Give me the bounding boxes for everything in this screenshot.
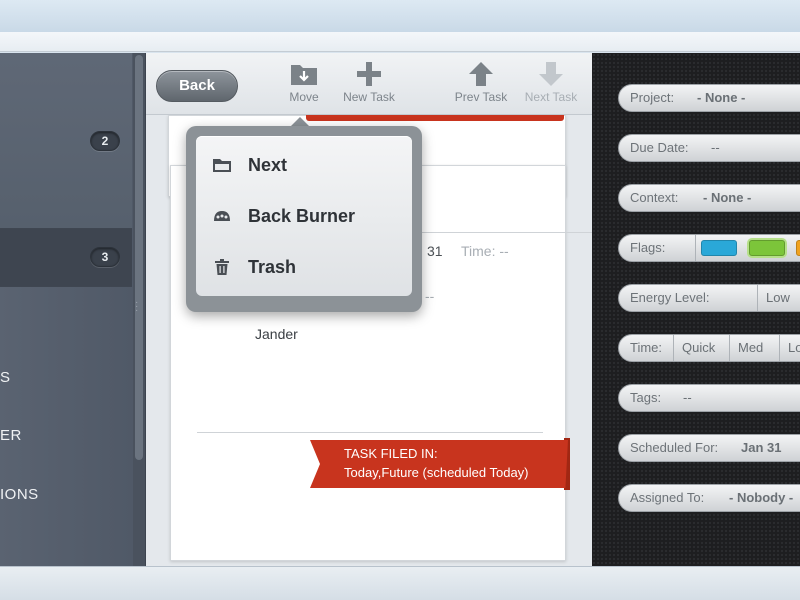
field-label: Tags: (630, 390, 662, 405)
field-value: - Nobody - (729, 490, 794, 505)
field-label: Assigned To: (630, 490, 705, 505)
assigned-to-field[interactable]: Assigned To: - Nobody - (618, 484, 800, 512)
field-label: Due Date: (630, 140, 689, 155)
sidebar-item-label[interactable]: ER (0, 427, 22, 444)
field-value: - None - (703, 190, 752, 205)
count-badge: 3 (90, 247, 120, 267)
move-folder-icon (284, 61, 324, 87)
toolbar: Back Move New Task Prev Task Next Task (146, 53, 592, 115)
time-fragment: Time: -- (461, 243, 509, 259)
due-date-field[interactable]: Due Date: -- (618, 134, 800, 162)
arrow-down-icon (518, 61, 584, 87)
flag-orange[interactable] (796, 240, 800, 256)
field-label: Project: (630, 90, 675, 105)
move-menu-item-next[interactable]: Next (196, 140, 412, 190)
sidebar-item[interactable]: 2 (0, 53, 132, 229)
context-field[interactable]: Context: - None - (618, 184, 800, 212)
assignee-name: Jander (255, 326, 298, 342)
count-badge: 2 (90, 131, 120, 151)
prev-task-label: Prev Task (454, 90, 508, 104)
time-field: Time: Quick Med Lo (618, 334, 800, 362)
splitter-handle-icon[interactable]: · · · (135, 298, 143, 316)
window-menu-strip (0, 32, 800, 52)
sidebar-item-label[interactable]: IONS (0, 486, 39, 503)
task-filed-in-ribbon: TASK FILED IN: Today,Future (scheduled T… (310, 440, 568, 488)
task-properties-panel: Project: - None - Due Date: -- Context: … (592, 53, 800, 566)
back-burner-icon (212, 207, 232, 225)
window-bottom-bar (0, 566, 800, 600)
new-task-label: New Task (343, 90, 395, 104)
move-menu-item-trash[interactable]: Trash (196, 242, 412, 292)
field-label: Context: (630, 190, 679, 205)
project-field[interactable]: Project: - None - (618, 84, 800, 112)
move-menu-item-label: Next (248, 155, 288, 175)
filed-in-value: Today,Future (scheduled Today) (344, 465, 529, 480)
field-label: Scheduled For: (630, 440, 719, 455)
move-label: Move (289, 90, 319, 104)
flag-blue[interactable] (701, 240, 737, 256)
move-menu-list: Next Back Burner Trash (196, 136, 412, 296)
move-menu-item-label: Trash (248, 257, 297, 277)
field-value: Jan 31 (741, 440, 782, 455)
next-task-button[interactable]: Next Task (518, 61, 584, 104)
move-menu-item-label: Back Burner (248, 206, 356, 226)
next-task-label: Next Task (524, 90, 578, 104)
due-date-fragment: 31 (427, 243, 443, 259)
dash-fragment: -- (425, 288, 435, 304)
divider (197, 432, 543, 433)
field-label: Energy Level: (630, 290, 710, 305)
back-button[interactable]: Back (156, 70, 238, 102)
energy-level-field[interactable]: Energy Level: Low (618, 284, 800, 312)
trash-icon (212, 258, 232, 276)
move-button[interactable]: Move (284, 61, 324, 104)
segment-divider (695, 235, 699, 261)
field-label: Flags: (630, 240, 666, 255)
flag-green[interactable] (749, 240, 785, 256)
field-label: Time: (630, 340, 663, 355)
field-value: -- (711, 140, 720, 155)
time-option-long[interactable]: Lo (779, 335, 800, 361)
move-menu-item-back-burner[interactable]: Back Burner (196, 191, 412, 241)
field-value: - None - (697, 90, 746, 105)
arrow-up-icon (448, 61, 514, 87)
time-option-quick[interactable]: Quick (673, 335, 715, 361)
scrollbar-thumb[interactable] (135, 55, 143, 460)
sidebar-item-label[interactable]: S (0, 369, 11, 386)
filed-in-label: TASK FILED IN: (344, 446, 438, 461)
new-task-button[interactable]: New Task (334, 61, 404, 104)
move-menu: Next Back Burner Trash (186, 126, 422, 312)
sidebar: 2 3 S ER IONS · · · (0, 53, 146, 566)
scheduled-for-field[interactable]: Scheduled For: Jan 31 (618, 434, 800, 462)
window-title-bar (0, 0, 800, 32)
plus-icon (334, 61, 404, 87)
prev-task-button[interactable]: Prev Task (448, 61, 514, 104)
folder-icon (212, 156, 232, 174)
tags-field[interactable]: Tags: -- (618, 384, 800, 412)
field-value: -- (683, 390, 692, 405)
flags-field: Flags: (618, 234, 800, 262)
time-option-med[interactable]: Med (729, 335, 763, 361)
sidebar-item-selected[interactable]: 3 (0, 229, 132, 287)
energy-option-low[interactable]: Low (757, 285, 790, 311)
